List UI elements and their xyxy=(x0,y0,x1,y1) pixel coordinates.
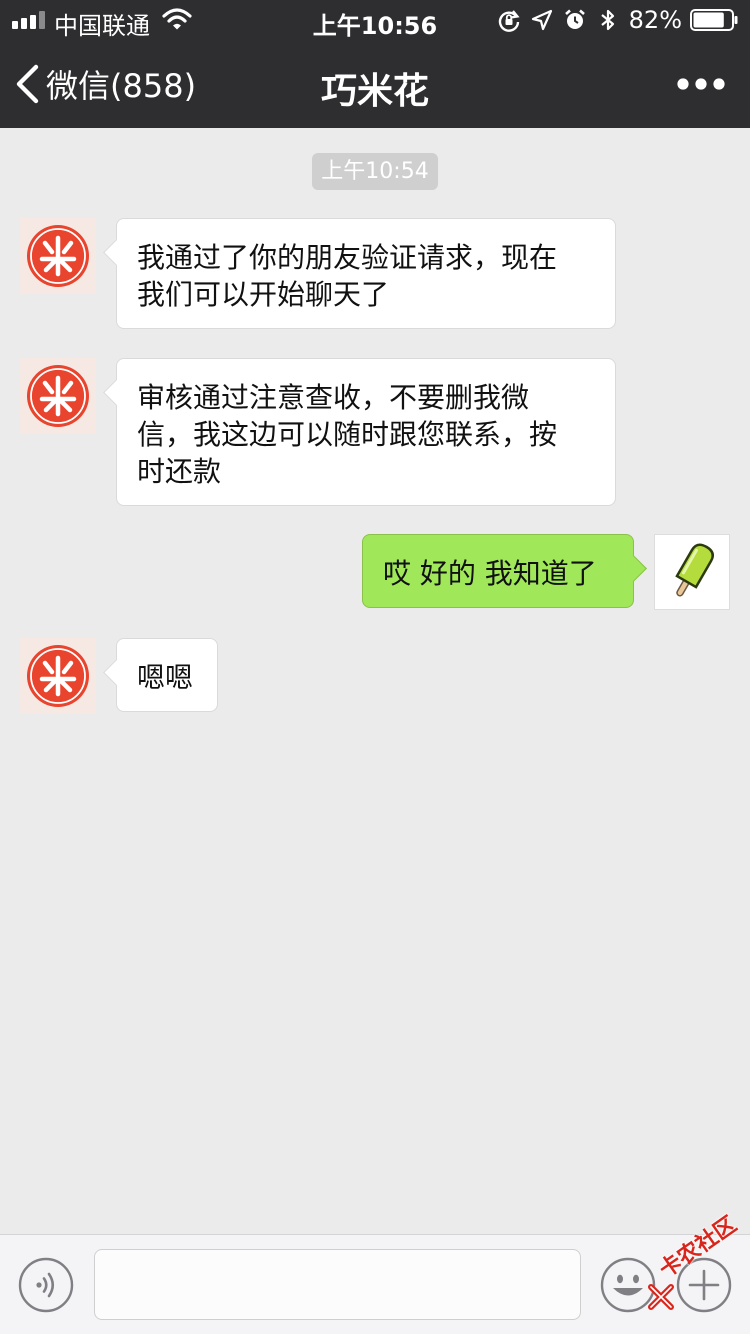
nav-bar: 微信(858) 巧米花 xyxy=(0,40,750,128)
battery-percent: 82% xyxy=(628,6,682,34)
contact-avatar[interactable] xyxy=(20,358,96,434)
message-bubble-incoming[interactable]: 嗯嗯 xyxy=(116,638,218,712)
message-timestamp: 上午10:54 xyxy=(312,153,438,190)
contact-avatar[interactable] xyxy=(20,638,96,714)
message-text: 我通过了你的朋友验证请求，现在 我们可以开始聊天了 xyxy=(137,241,558,311)
watermark-logo-icon xyxy=(648,1284,674,1310)
qiaomihua-logo-icon xyxy=(27,365,89,427)
bluetooth-icon xyxy=(600,9,614,31)
popsicle-icon xyxy=(675,543,714,597)
message-input[interactable] xyxy=(94,1249,581,1320)
message-bubble-outgoing[interactable]: 哎 好的 我知道了 xyxy=(362,534,634,608)
location-arrow-icon xyxy=(531,9,552,31)
watermark-text: 卡农社区 xyxy=(655,1212,742,1284)
contact-avatar[interactable] xyxy=(20,218,96,294)
message-text: 哎 好的 我知道了 xyxy=(383,557,597,590)
watermark: 卡农社区 xyxy=(642,1212,750,1320)
alarm-clock-icon xyxy=(564,9,585,29)
input-toolbar xyxy=(0,1234,750,1334)
message-bubble-incoming[interactable]: 我通过了你的朋友验证请求，现在 我们可以开始聊天了 xyxy=(116,218,616,329)
message-text: 审核通过注意查收，不要删我微 信，我这边可以随时跟您联系，按 时还款 xyxy=(137,381,558,488)
voice-icon[interactable] xyxy=(18,1257,74,1313)
message-bubble-incoming[interactable]: 审核通过注意查收，不要删我微 信，我这边可以随时跟您联系，按 时还款 xyxy=(116,358,616,506)
message-text: 嗯嗯 xyxy=(137,661,194,694)
status-icons: 82% xyxy=(497,6,738,34)
qiaomihua-logo-icon xyxy=(27,225,89,287)
qiaomihua-logo-icon xyxy=(27,645,89,707)
battery-icon xyxy=(690,9,738,31)
my-avatar[interactable] xyxy=(654,534,730,610)
rotation-lock-icon xyxy=(498,10,520,32)
status-bar: 中国联通 上午10:56 82% xyxy=(0,0,750,40)
chat-title: 巧米花 xyxy=(320,71,429,112)
more-dots-icon[interactable] xyxy=(676,70,726,98)
